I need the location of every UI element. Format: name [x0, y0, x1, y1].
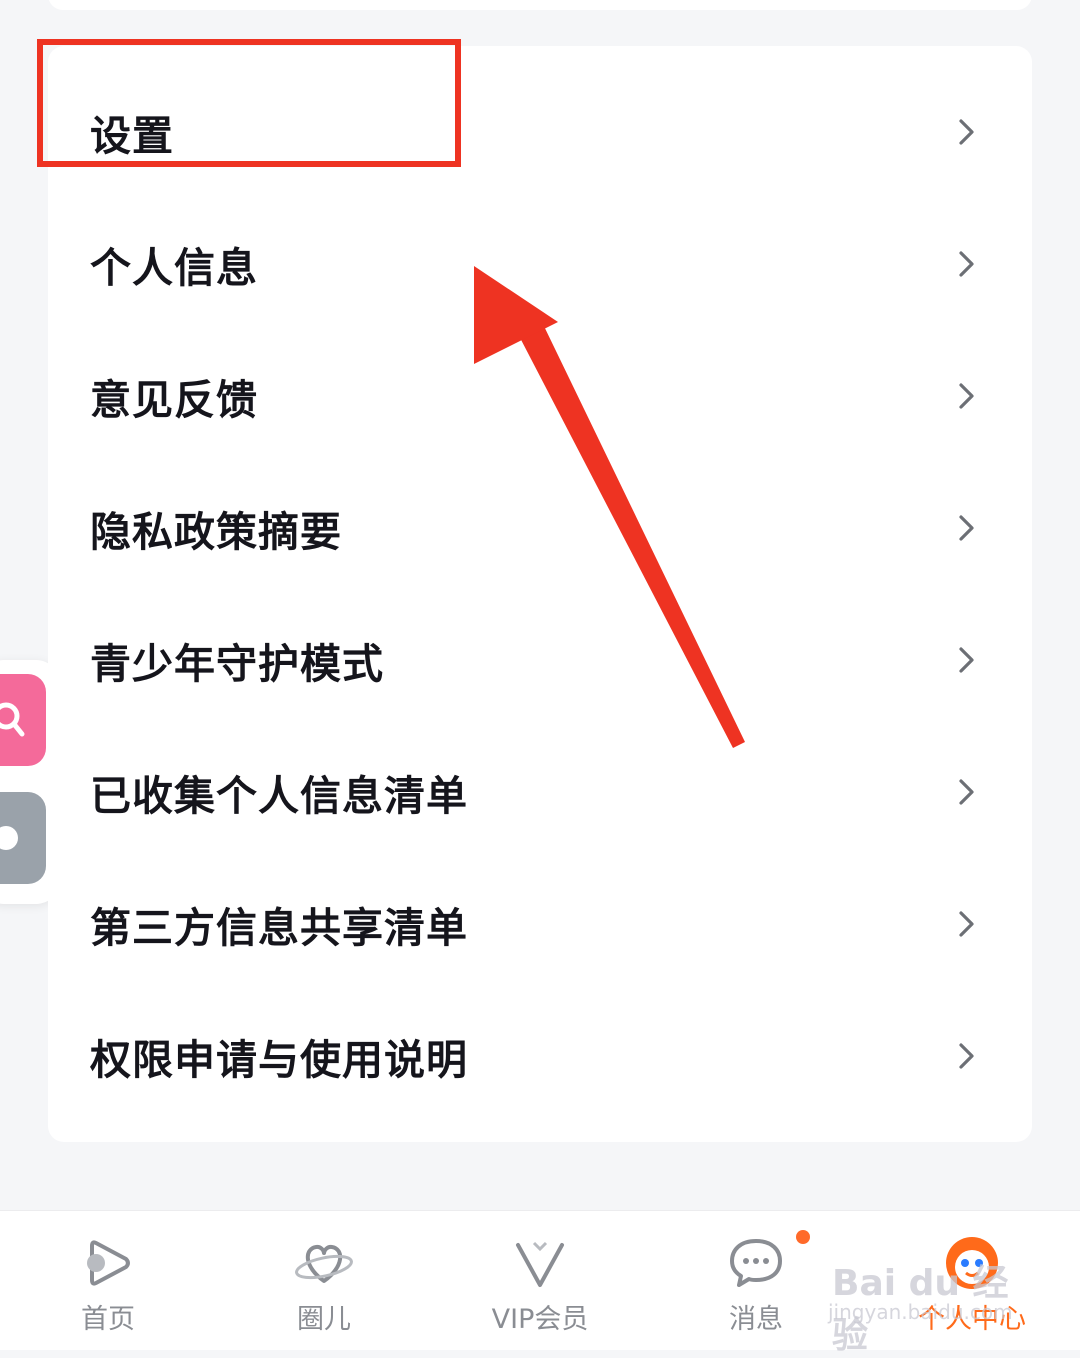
tab-label: 圈儿	[297, 1304, 351, 1335]
tab-home[interactable]: 首页	[0, 1211, 216, 1350]
planet-heart-icon	[295, 1244, 353, 1283]
menu-item-label: 个人信息	[90, 244, 258, 292]
chevron-right-icon	[959, 647, 974, 673]
chevron-right-icon	[959, 779, 974, 805]
menu-item-label: 权限申请与使用说明	[90, 1036, 468, 1084]
chevron-right-icon	[959, 1043, 974, 1069]
play-icon	[87, 1240, 130, 1286]
menu-item-label: 隐私政策摘要	[90, 508, 342, 556]
menu-item-label: 已收集个人信息清单	[90, 772, 468, 820]
tab-vip[interactable]: VIP会员	[432, 1211, 648, 1350]
tab-label: VIP会员	[491, 1304, 589, 1335]
tab-label: 首页	[81, 1304, 135, 1335]
tab-profile[interactable]: 个人中心	[864, 1211, 1080, 1350]
menu-item-label: 设置	[90, 112, 174, 160]
menu-item-label: 青少年守护模式	[90, 640, 384, 688]
search-icon	[0, 702, 25, 737]
tab-circle[interactable]: 圈儿	[216, 1211, 432, 1350]
tab-messages[interactable]: 消息	[648, 1211, 864, 1350]
menu-item-third-party-sharing[interactable]: 第三方信息共享清单	[48, 858, 1032, 990]
chevron-right-icon	[959, 119, 974, 145]
menu-item-settings[interactable]: 设置	[48, 66, 1032, 198]
menu-item-feedback[interactable]: 意见反馈	[48, 330, 1032, 462]
menu-item-personal-info[interactable]: 个人信息	[48, 198, 1032, 330]
menu-item-youth-mode[interactable]: 青少年守护模式	[48, 594, 1032, 726]
chevron-right-icon	[959, 911, 974, 937]
menu-item-permissions-info[interactable]: 权限申请与使用说明	[48, 990, 1032, 1122]
menu-item-collected-info-list[interactable]: 已收集个人信息清单	[48, 726, 1032, 858]
tab-label: 消息	[729, 1304, 783, 1335]
chevron-right-icon	[959, 383, 974, 409]
top-card	[48, 0, 1032, 10]
message-badge-dot	[796, 1230, 810, 1244]
chevron-right-icon	[959, 251, 974, 277]
bottom-tab-bar: 首页 圈儿 VIP会员 消息 个人中心	[0, 1210, 1080, 1350]
menu-item-privacy-summary[interactable]: 隐私政策摘要	[48, 462, 1032, 594]
settings-menu: 设置 个人信息 意见反馈 隐私政策摘要 青少年守护模式 已收集个人信息清单 第三…	[48, 46, 1032, 1142]
tab-label: 个人中心	[918, 1304, 1026, 1335]
menu-item-label: 第三方信息共享清单	[90, 904, 468, 952]
menu-item-label: 意见反馈	[90, 376, 258, 424]
message-bubble-icon	[730, 1239, 782, 1287]
vip-crown-icon	[516, 1241, 564, 1287]
chat-icon	[0, 826, 18, 850]
avatar-mascot-icon	[946, 1237, 998, 1289]
chevron-right-icon	[959, 515, 974, 541]
float-search-button[interactable]	[0, 674, 46, 766]
float-chat-button[interactable]	[0, 792, 46, 884]
